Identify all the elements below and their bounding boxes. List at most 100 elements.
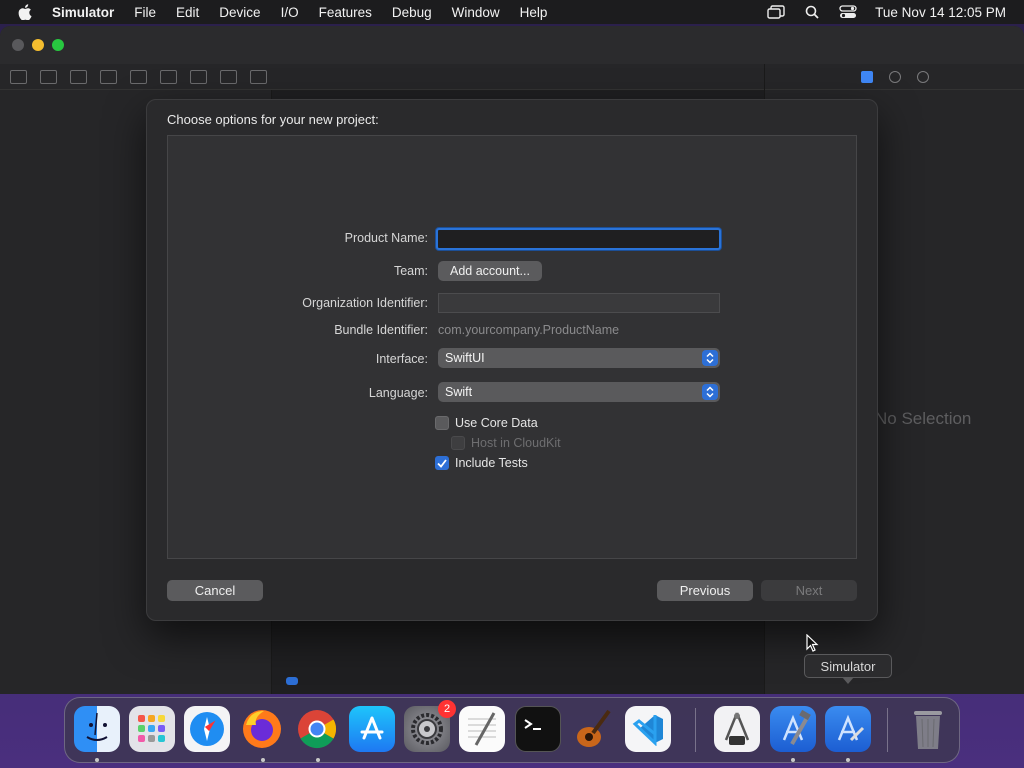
menu-features[interactable]: Features bbox=[319, 5, 372, 20]
product-name-row: Product Name: bbox=[168, 228, 858, 250]
host-in-cloudkit-label: Host in CloudKit bbox=[471, 436, 561, 450]
include-tests-checkbox[interactable] bbox=[435, 456, 449, 470]
next-button: Next bbox=[761, 580, 857, 601]
dock-separator bbox=[695, 708, 696, 752]
editor-tab-bar bbox=[272, 64, 764, 90]
menu-help[interactable]: Help bbox=[520, 5, 548, 20]
add-account-button[interactable]: Add account... bbox=[438, 261, 542, 281]
menu-file[interactable]: File bbox=[134, 5, 156, 20]
chrome-icon bbox=[298, 710, 337, 749]
dock: 2 bbox=[64, 697, 960, 763]
interface-popup[interactable]: SwiftUI bbox=[438, 348, 720, 368]
checkmark-icon bbox=[437, 458, 447, 468]
control-center-icon[interactable] bbox=[839, 5, 857, 19]
menu-io[interactable]: I/O bbox=[281, 5, 299, 20]
dock-launchpad[interactable] bbox=[129, 706, 175, 752]
running-indicator bbox=[791, 758, 795, 762]
report-navigator-icon[interactable] bbox=[250, 69, 267, 84]
running-indicator bbox=[316, 758, 320, 762]
team-label: Team: bbox=[393, 264, 428, 278]
navigator-selector-bar bbox=[0, 64, 272, 90]
quick-help-icon[interactable] bbox=[917, 70, 929, 83]
menu-debug[interactable]: Debug bbox=[392, 5, 432, 20]
dock-trash[interactable] bbox=[905, 706, 951, 752]
product-name-label: Product Name: bbox=[344, 231, 428, 245]
firefox-icon bbox=[243, 710, 281, 748]
trash-icon bbox=[914, 711, 942, 749]
stage-manager-icon[interactable] bbox=[767, 5, 785, 19]
dock-instruments[interactable] bbox=[714, 706, 760, 752]
traffic-lights bbox=[12, 39, 64, 51]
product-name-input[interactable] bbox=[436, 228, 721, 250]
interface-value: SwiftUI bbox=[445, 351, 485, 365]
language-row: Language: Swift bbox=[168, 382, 858, 404]
dock-terminal[interactable] bbox=[515, 706, 561, 752]
test-navigator-icon[interactable] bbox=[160, 69, 177, 84]
menu-window[interactable]: Window bbox=[452, 5, 500, 20]
organization-identifier-row: Organization Identifier: bbox=[168, 293, 858, 315]
language-label: Language: bbox=[368, 386, 428, 400]
use-core-data-checkbox[interactable] bbox=[435, 416, 449, 430]
menu-edit[interactable]: Edit bbox=[176, 5, 199, 20]
dock-chrome[interactable] bbox=[294, 706, 340, 752]
use-core-data-row[interactable]: Use Core Data bbox=[435, 416, 538, 430]
bundle-identifier-label: Bundle Identifier: bbox=[334, 323, 428, 337]
dock-safari[interactable] bbox=[184, 706, 230, 752]
bundle-identifier-row: Bundle Identifier: com.yourcompany.Produ… bbox=[168, 320, 858, 342]
history-inspector-icon[interactable] bbox=[889, 70, 901, 83]
breakpoint-navigator-icon[interactable] bbox=[220, 69, 237, 84]
use-core-data-label: Use Core Data bbox=[455, 416, 538, 430]
menu-clock[interactable]: Tue Nov 14 12:05 PM bbox=[875, 5, 1006, 20]
organization-identifier-input[interactable] bbox=[438, 293, 720, 313]
close-window-button[interactable] bbox=[12, 39, 24, 51]
minimize-window-button[interactable] bbox=[32, 39, 44, 51]
dock-firefox[interactable] bbox=[239, 706, 285, 752]
cancel-button[interactable]: Cancel bbox=[167, 580, 263, 601]
filter-toggle-icon[interactable] bbox=[286, 677, 298, 685]
find-navigator-icon[interactable] bbox=[100, 69, 117, 84]
running-indicator bbox=[846, 758, 850, 762]
debug-navigator-icon[interactable] bbox=[190, 69, 207, 84]
dock-vscode[interactable] bbox=[625, 706, 671, 752]
dock-xcode[interactable] bbox=[770, 706, 816, 752]
include-tests-row[interactable]: Include Tests bbox=[435, 456, 528, 470]
language-popup[interactable]: Swift bbox=[438, 382, 720, 402]
previous-button[interactable]: Previous bbox=[657, 580, 753, 601]
file-inspector-icon[interactable] bbox=[861, 70, 873, 83]
simulator-icon bbox=[837, 714, 865, 742]
new-project-options-sheet: Choose options for your new project: Pro… bbox=[146, 99, 878, 621]
menu-app-name[interactable]: Simulator bbox=[52, 5, 114, 20]
menu-device[interactable]: Device bbox=[219, 5, 260, 20]
mouse-pointer-icon bbox=[806, 634, 819, 652]
dock-system-settings[interactable]: 2 bbox=[404, 700, 456, 752]
issue-navigator-icon[interactable] bbox=[130, 69, 147, 84]
spotlight-search-icon[interactable] bbox=[803, 5, 821, 19]
garageband-icon bbox=[577, 709, 611, 747]
textedit-icon bbox=[468, 712, 496, 746]
dock-finder[interactable] bbox=[74, 706, 120, 752]
dock-app-store[interactable] bbox=[349, 706, 395, 752]
inspector-selector-bar bbox=[765, 64, 1024, 90]
zoom-window-button[interactable] bbox=[52, 39, 64, 51]
dock-tooltip: Simulator bbox=[804, 654, 892, 678]
apple-menu-icon[interactable] bbox=[18, 4, 36, 20]
running-indicator bbox=[95, 758, 99, 762]
sheet-title: Choose options for your new project: bbox=[167, 112, 379, 127]
xcode-icon bbox=[782, 710, 811, 745]
dock-simulator[interactable] bbox=[825, 706, 871, 752]
finder-icon bbox=[86, 712, 108, 741]
app-store-icon bbox=[360, 716, 384, 740]
bundle-identifier-value: com.yourcompany.ProductName bbox=[438, 323, 620, 337]
source-control-navigator-icon[interactable] bbox=[40, 69, 57, 84]
terminal-icon bbox=[524, 719, 541, 730]
menu-bar: Simulator File Edit Device I/O Features … bbox=[0, 0, 1024, 24]
language-value: Swift bbox=[445, 385, 473, 399]
dock-textedit[interactable] bbox=[459, 706, 505, 752]
dock-garageband[interactable] bbox=[570, 706, 616, 752]
symbol-navigator-icon[interactable] bbox=[70, 69, 87, 84]
organization-identifier-label: Organization Identifier: bbox=[302, 296, 428, 310]
host-in-cloudkit-checkbox bbox=[451, 436, 465, 450]
project-navigator-icon[interactable] bbox=[10, 69, 27, 84]
chevron-up-down-icon bbox=[702, 350, 718, 366]
interface-row: Interface: SwiftUI bbox=[168, 348, 858, 370]
